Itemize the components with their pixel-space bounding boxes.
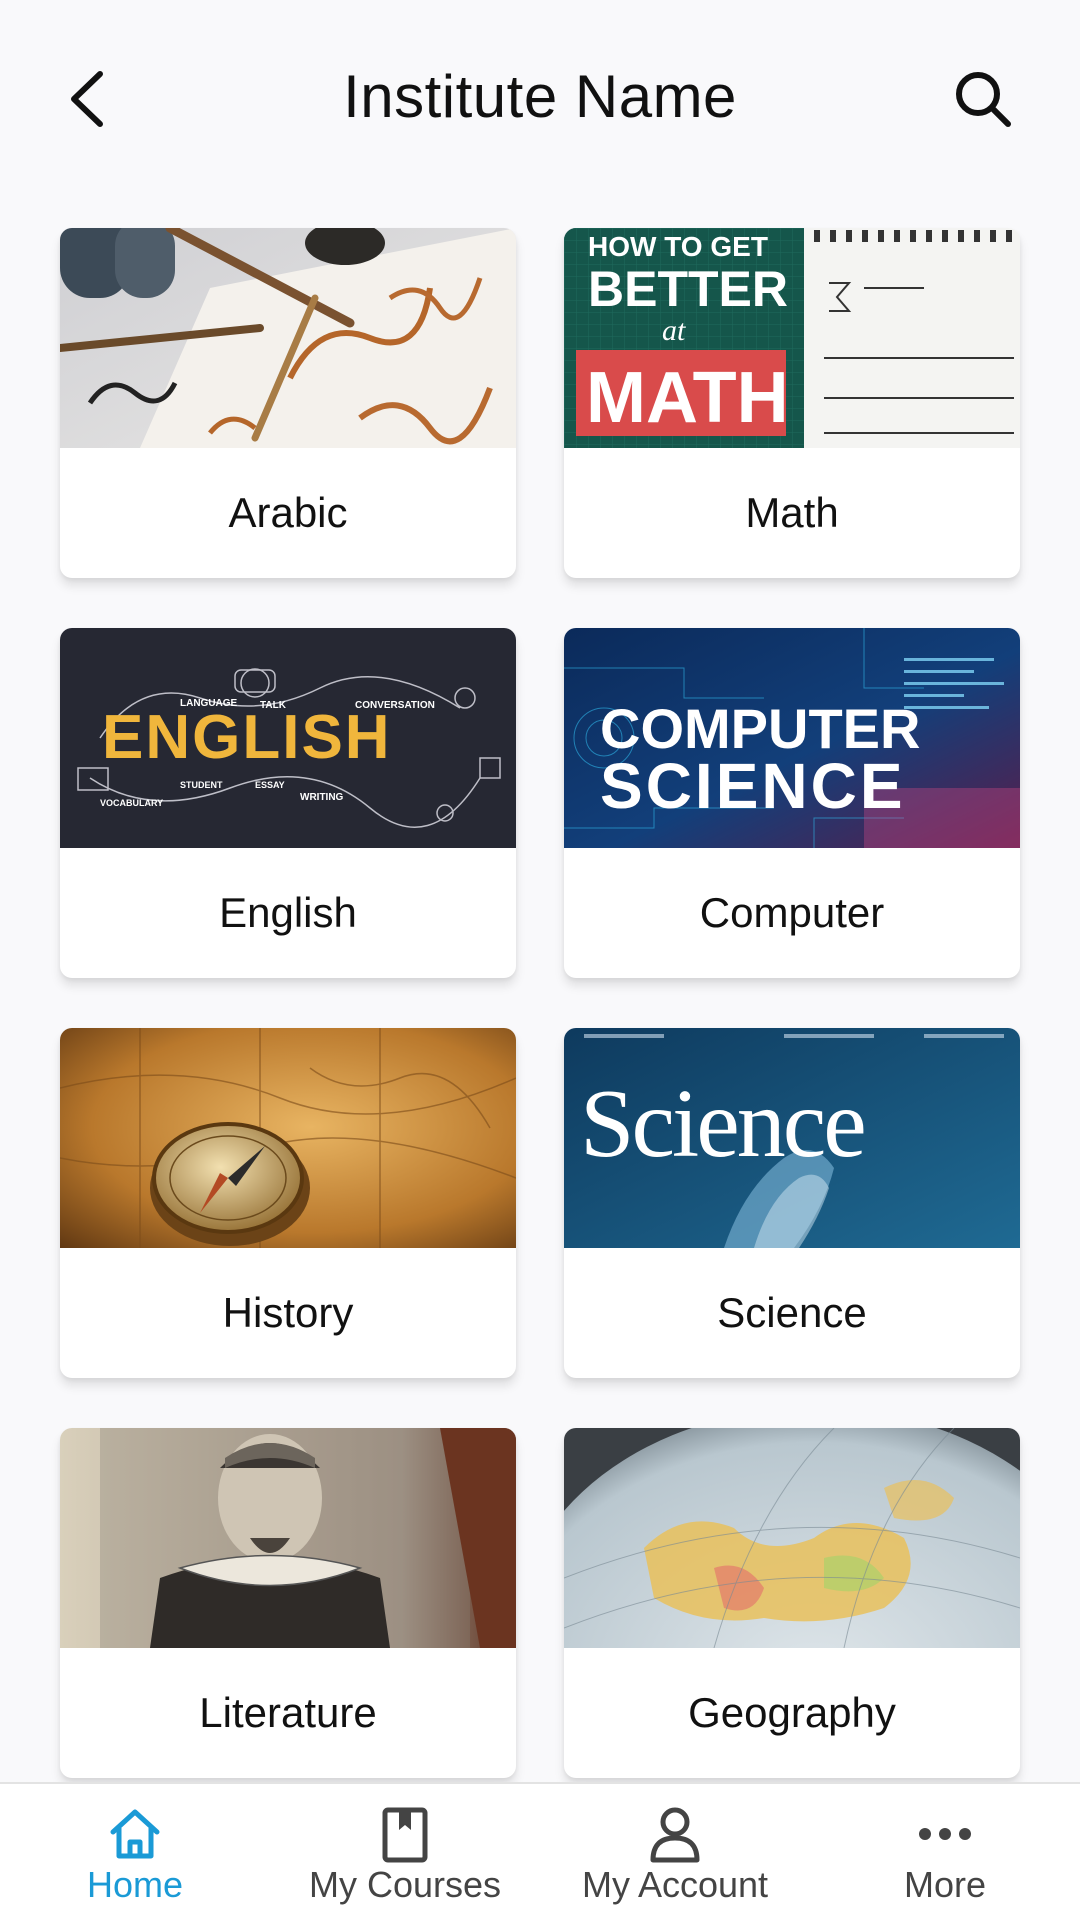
user-icon xyxy=(650,1807,700,1863)
search-button[interactable] xyxy=(950,66,1016,132)
english-image: LANGUAGE TALK CONVERSATION ENGLISH VOCAB… xyxy=(60,628,516,848)
english-image-word: STUDENT xyxy=(180,780,223,790)
top-app-bar: Institute Name xyxy=(0,0,1080,200)
science-magazine-image: Science xyxy=(564,1028,1020,1248)
math-image-line4: MATH xyxy=(586,358,789,438)
course-label: History xyxy=(222,1289,354,1336)
nav-label-home: Home xyxy=(86,1864,184,1905)
home-icon xyxy=(110,1809,160,1859)
math-image-line3: at xyxy=(662,314,686,347)
bottom-navigation: Home My Courses My Account More xyxy=(0,1782,1080,1920)
course-label: Arabic xyxy=(228,489,348,536)
course-label: Geography xyxy=(688,1689,896,1736)
nav-label-my-courses: My Courses xyxy=(308,1864,502,1905)
more-icon xyxy=(919,1828,971,1840)
course-card-computer[interactable]: COMPUTER SCIENCE Computer xyxy=(564,628,1020,978)
nav-item-my-account[interactable]: My Account xyxy=(540,1784,810,1920)
math-image-line1: HOW TO GET xyxy=(588,231,768,262)
course-card-arabic[interactable]: Arabic xyxy=(60,228,516,578)
shakespeare-portrait-image xyxy=(60,1428,516,1648)
english-image-word: VOCABULARY xyxy=(100,798,163,808)
course-card-geography[interactable]: Geography xyxy=(564,1428,1020,1778)
english-image-word: ESSAY xyxy=(255,780,285,790)
nav-label-more: More xyxy=(903,1864,987,1905)
course-label: Math xyxy=(745,489,839,536)
course-card-literature[interactable]: Literature xyxy=(60,1428,516,1778)
search-icon xyxy=(956,72,1011,127)
course-label: Literature xyxy=(199,1689,377,1736)
computer-science-image: COMPUTER SCIENCE xyxy=(564,628,1020,848)
english-image-title: ENGLISH xyxy=(102,703,392,772)
computer-image-line2: SCIENCE xyxy=(600,750,906,822)
nav-label-my-account: My Account xyxy=(581,1864,769,1905)
course-label: Computer xyxy=(699,889,885,936)
math-image: HOW TO GET BETTER at MATH xyxy=(564,228,1020,448)
nav-item-home[interactable]: Home xyxy=(0,1784,270,1920)
course-card-science[interactable]: Science Science xyxy=(564,1028,1020,1378)
course-card-history[interactable]: History xyxy=(60,1028,516,1378)
science-image-title: Science xyxy=(580,1070,864,1178)
arabic-calligraphy-image xyxy=(60,228,516,448)
math-image-line2: BETTER xyxy=(588,261,788,317)
nav-item-more[interactable]: More xyxy=(810,1784,1080,1920)
english-image-word: WRITING xyxy=(300,792,344,803)
course-card-english[interactable]: LANGUAGE TALK CONVERSATION ENGLISH VOCAB… xyxy=(60,628,516,978)
course-label: Science xyxy=(717,1289,867,1336)
globe-image xyxy=(564,1428,1020,1648)
course-label: English xyxy=(219,889,357,936)
course-card-math[interactable]: HOW TO GET BETTER at MATH Math xyxy=(564,228,1020,578)
page-title: Institute Name xyxy=(343,63,737,130)
history-compass-map-image xyxy=(60,1028,516,1248)
nav-item-my-courses[interactable]: My Courses xyxy=(270,1784,540,1920)
book-icon xyxy=(382,1807,428,1863)
